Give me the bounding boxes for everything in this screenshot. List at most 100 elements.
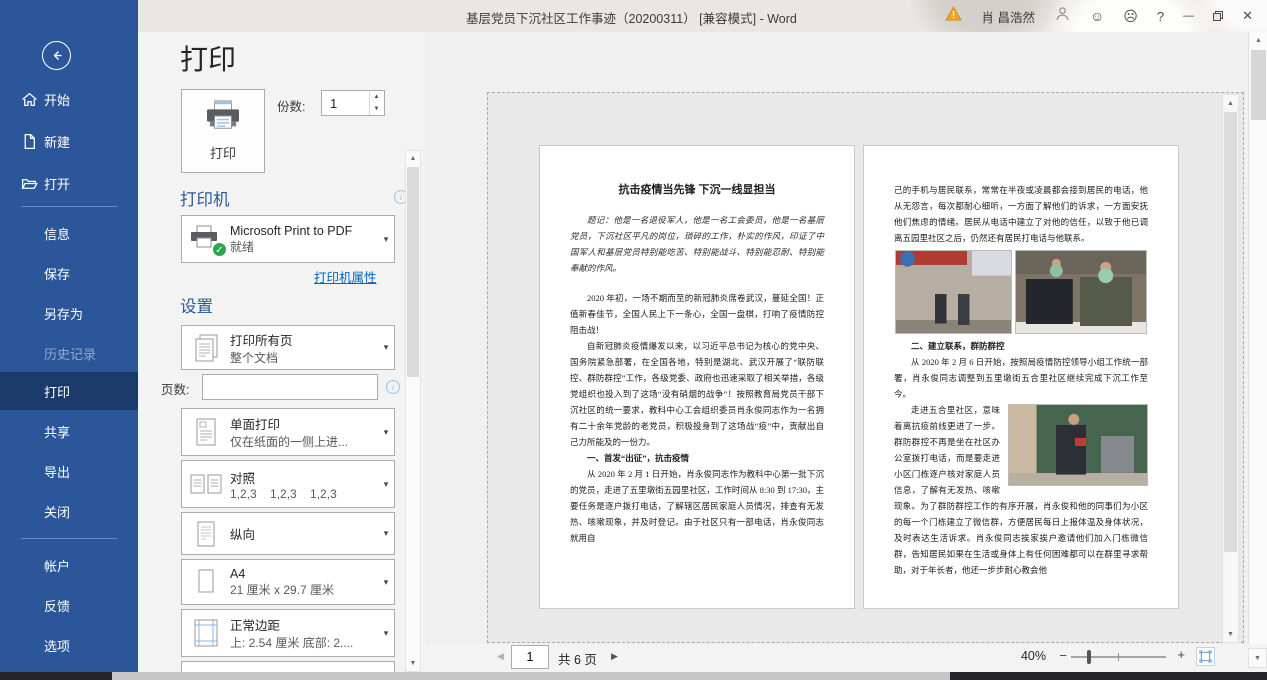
page-title: 打印 xyxy=(180,38,236,78)
scroll-down-icon: ▼ xyxy=(1254,655,1261,662)
sidebar-item-open[interactable]: 打开 xyxy=(0,164,138,202)
zoom-out-button[interactable]: − xyxy=(1059,648,1067,663)
sidebar-item-info[interactable]: 信息 xyxy=(0,214,138,252)
preview-scrollbar-thumb[interactable] xyxy=(1224,112,1237,552)
scroll-down-icon[interactable]: ▼ xyxy=(1223,626,1238,642)
home-icon xyxy=(21,91,38,108)
print-all-pages-icon xyxy=(182,333,230,363)
document-title: 基层党员下沉社区工作事迹（20200311） [兼容模式] - Word xyxy=(466,8,797,27)
sidebar-item-feedback[interactable]: 反馈 xyxy=(0,586,138,624)
sidebar-item-save[interactable]: 保存 xyxy=(0,254,138,292)
preview-canvas: 抗击疫情当先锋 下沉一线显担当 题记：他是一名退役军人，他是一名工会委员，他是一… xyxy=(487,92,1244,643)
zoom-to-page-button[interactable] xyxy=(1196,647,1215,666)
scroll-up-icon[interactable]: ▲ xyxy=(406,151,420,166)
dropdown-sub-label: 1,2,3 1,2,3 1,2,3 xyxy=(230,487,378,501)
sidebar-item-options[interactable]: 选项 xyxy=(0,626,138,664)
sidebar-item-export[interactable]: 导出 xyxy=(0,452,138,490)
paper-size-icon xyxy=(182,568,230,596)
chevron-down-icon: ▾ xyxy=(378,234,394,245)
backstage-sidebar: 开始 新建 打开 信息 保存 另存为 历史记录 打印 共享 导出 关闭 帐户 反… xyxy=(0,0,138,672)
taskbar-strip xyxy=(0,672,1267,680)
sidebar-item-label: 打开 xyxy=(44,174,70,193)
pages-info-icon[interactable]: i xyxy=(386,380,400,394)
panel-scrollbar[interactable]: ▲ ▼ xyxy=(405,150,421,672)
preview-scrollbar[interactable]: ▲ ▼ xyxy=(1222,94,1239,643)
doc-section-heading: 一、首发“出征”，抗击疫情 xyxy=(570,450,824,466)
doc-paragraph: 2020 年初，一场不期而至的新冠肺炎席卷武汉，蔓延全国！正值新春佳节，全国人民… xyxy=(570,290,824,338)
margins-select[interactable]: 正常边距 上: 2.54 厘米 底部: 2.... ▾ xyxy=(181,609,395,657)
current-page-input[interactable] xyxy=(511,645,549,669)
duplex-select[interactable]: 单面打印 仅在纸面的一侧上进... ▾ xyxy=(181,408,395,456)
person-icon[interactable] xyxy=(1054,5,1071,27)
smiley-icon[interactable]: ☺ xyxy=(1090,9,1104,23)
sidebar-item-close-doc[interactable]: 关闭 xyxy=(0,492,138,530)
sidebar-item-home[interactable]: 开始 xyxy=(0,80,138,118)
sidebar-item-print[interactable]: 打印 xyxy=(0,372,138,410)
window-scroll-down-button[interactable]: ▼ xyxy=(1248,648,1267,668)
dropdown-main-label: 单面打印 xyxy=(230,414,378,433)
scroll-up-icon[interactable]: ▲ xyxy=(1249,32,1267,49)
sidebar-item-save-as[interactable]: 另存为 xyxy=(0,294,138,332)
preview-page-1: 抗击疫情当先锋 下沉一线显担当 题记：他是一名退役军人，他是一名工会委员，他是一… xyxy=(539,145,855,609)
help-icon[interactable]: ? xyxy=(1157,9,1164,24)
print-button-label: 打印 xyxy=(210,143,236,162)
orientation-select[interactable]: 纵向 ▾ xyxy=(181,512,395,555)
sidebar-item-label: 开始 xyxy=(44,90,70,109)
print-panel: 打印 打印 份数: ▲ ▼ xyxy=(138,32,425,672)
zoom-slider-tick xyxy=(1118,653,1119,661)
scroll-up-icon[interactable]: ▲ xyxy=(1223,95,1238,111)
one-sided-icon xyxy=(182,417,230,447)
printer-properties-link[interactable]: 打印机属性 xyxy=(314,267,377,286)
account-button[interactable]: 肖 昌浩然 xyxy=(981,7,1034,26)
dropdown-sub-label: 上: 2.54 厘米 底部: 2.... xyxy=(230,634,378,651)
sidebar-item-label: 导出 xyxy=(44,462,70,481)
panel-scrollbar-thumb[interactable] xyxy=(407,167,419,377)
window-scrollbar[interactable]: ▲ xyxy=(1248,32,1267,644)
paper-size-select[interactable]: A4 21 厘米 x 29.7 厘米 ▾ xyxy=(181,559,395,605)
previous-page-icon[interactable]: ◀ xyxy=(497,651,504,662)
margins-icon xyxy=(182,618,230,648)
restore-button[interactable] xyxy=(1213,11,1223,21)
chevron-down-icon: ▾ xyxy=(378,427,394,438)
new-document-icon xyxy=(21,133,38,150)
taskbar-window-segment xyxy=(112,672,950,680)
copies-input[interactable] xyxy=(322,91,370,115)
print-range-select[interactable]: 打印所有页 整个文档 ▾ xyxy=(181,325,395,370)
pages-per-sheet-select[interactable]: 每版打印 1 页 ▾ xyxy=(181,661,395,672)
doc-paragraph: 从 2020 年 2 月 6 日开始，按照局疫情防控领导小组工作统一部署，肖永俊… xyxy=(894,354,1148,402)
next-page-icon[interactable]: ▶ xyxy=(611,651,618,662)
open-folder-icon xyxy=(21,175,38,192)
scroll-down-icon[interactable]: ▼ xyxy=(406,656,420,671)
sidebar-item-label: 帐户 xyxy=(44,556,70,575)
frown-icon[interactable]: ☹ xyxy=(1123,9,1138,23)
sidebar-item-label: 保存 xyxy=(44,264,70,283)
close-button[interactable]: ✕ xyxy=(1242,8,1253,24)
doc-section-heading: 二、建立联系，群防群控 xyxy=(894,338,1148,354)
sidebar-item-label: 历史记录 xyxy=(44,344,96,363)
spin-down-icon[interactable]: ▼ xyxy=(369,103,384,115)
dropdown-sub-label: 整个文档 xyxy=(230,349,378,366)
sidebar-item-share[interactable]: 共享 xyxy=(0,412,138,450)
sidebar-item-account[interactable]: 帐户 xyxy=(0,546,138,584)
zoom-in-button[interactable]: + xyxy=(1177,647,1185,662)
doc-photos-row xyxy=(895,250,1147,334)
sidebar-item-label: 打印 xyxy=(44,382,70,401)
collation-select[interactable]: 对照 1,2,3 1,2,3 1,2,3 ▾ xyxy=(181,460,395,508)
word-backstage-print-view: 开始 新建 打开 信息 保存 另存为 历史记录 打印 共享 导出 关闭 帐户 反… xyxy=(0,0,1267,680)
warning-icon[interactable] xyxy=(945,6,962,26)
pages-input[interactable] xyxy=(202,374,378,400)
zoom-level-label: 40% xyxy=(1021,649,1046,663)
printer-select[interactable]: ✓ Microsoft Print to PDF 就绪 ▾ xyxy=(181,215,395,263)
spin-up-icon[interactable]: ▲ xyxy=(369,91,384,103)
zoom-slider-thumb[interactable] xyxy=(1087,650,1091,664)
sidebar-item-new[interactable]: 新建 xyxy=(0,122,138,160)
sidebar-divider xyxy=(21,538,117,539)
minimize-button[interactable]: — xyxy=(1183,10,1194,22)
zoom-slider[interactable] xyxy=(1071,656,1166,658)
back-button[interactable] xyxy=(42,41,71,70)
print-button[interactable]: 打印 xyxy=(181,89,265,173)
dropdown-main-label: A4 xyxy=(230,567,378,581)
window-scrollbar-thumb[interactable] xyxy=(1251,50,1266,120)
sidebar-divider xyxy=(21,206,117,207)
back-arrow-icon xyxy=(49,48,64,63)
